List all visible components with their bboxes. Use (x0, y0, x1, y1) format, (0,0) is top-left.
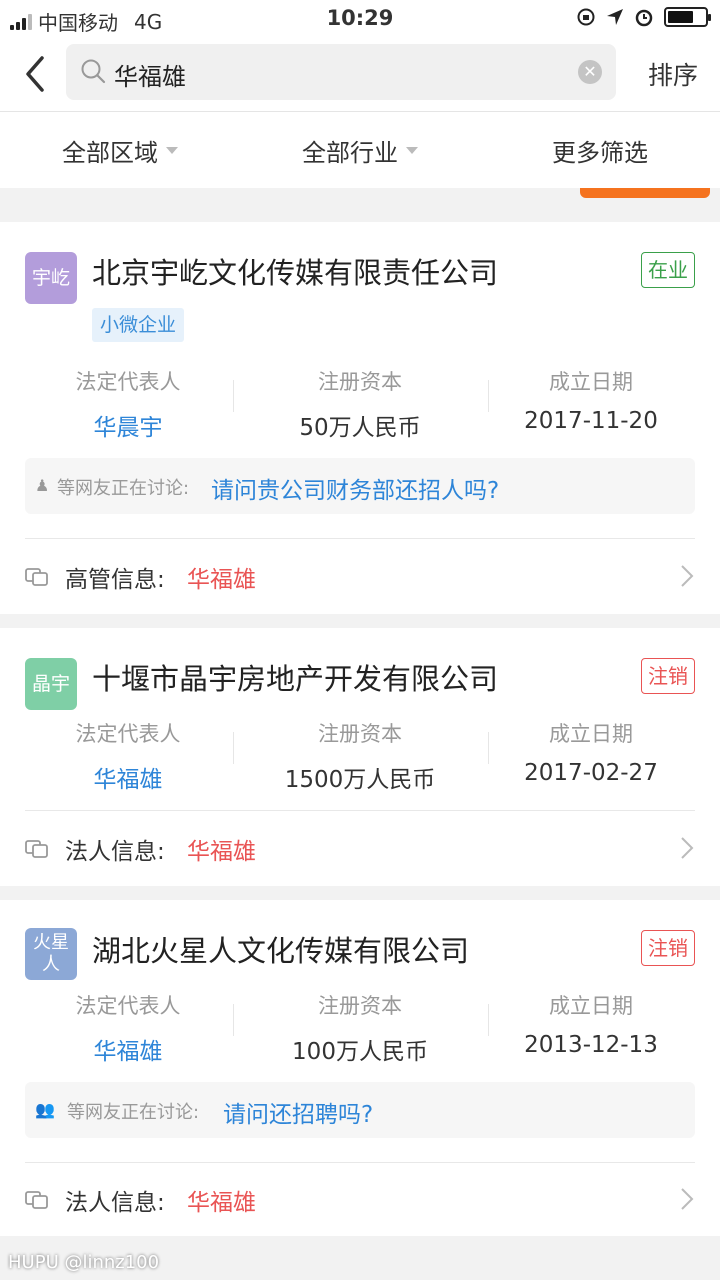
company-info: 法定代表人华福雄 注册资本 1500万人民币 成立日期 2017-02-27 (0, 718, 720, 798)
company-logo: 火星人 (25, 928, 77, 980)
filter-industry-label: 全部行业 (302, 138, 398, 167)
date-column: 成立日期 2017-02-27 (476, 718, 706, 786)
legal-rep-column: 法定代表人 华福雄 (13, 990, 243, 1066)
company-info: 法定代表人华福雄 注册资本 100万人民币 成立日期 2013-12-13 (0, 990, 720, 1070)
match-info-icon (25, 568, 48, 586)
match-label: 法人信息: (65, 839, 165, 865)
filter-region[interactable]: 全部区域 (0, 112, 240, 188)
capital-value: 1500万人民币 (284, 767, 436, 793)
status-badge: 注销 (641, 658, 695, 694)
capital-column: 注册资本 50万人民币 (245, 366, 475, 442)
alarm-icon (635, 9, 653, 27)
chevron-right-icon (681, 1188, 694, 1210)
company-name[interactable]: 北京宇屹文化传媒有限责任公司 (92, 250, 498, 292)
back-icon[interactable] (20, 54, 50, 94)
sort-button[interactable]: 排序 (648, 56, 698, 92)
match-row[interactable]: 法人信息: 华福雄 (0, 812, 720, 886)
match-label: 高管信息: (65, 567, 165, 593)
date-label: 成立日期 (549, 994, 633, 1018)
match-row[interactable]: 法人信息: 华福雄 (0, 1163, 720, 1237)
match-info-icon (25, 1191, 48, 1209)
clear-icon[interactable]: ✕ (578, 60, 602, 84)
legal-rep-column: 法定代表人 华晨宇 (13, 366, 243, 442)
users-icon: 👥 (35, 1100, 55, 1119)
divider (233, 732, 234, 764)
capital-value: 100万人民币 (292, 1039, 428, 1065)
discussion-question[interactable]: 请问贵公司财务部还招人吗? (211, 471, 499, 505)
status-badge: 注销 (641, 930, 695, 966)
date-label: 成立日期 (549, 370, 633, 394)
filter-region-label: 全部区域 (62, 138, 158, 167)
capital-label: 注册资本 (318, 994, 402, 1018)
company-logo: 宇屹 (25, 252, 77, 304)
date-value: 2017-11-20 (524, 408, 658, 434)
date-column: 成立日期 2017-11-20 (476, 366, 706, 434)
company-card[interactable]: 火星人 湖北火星人文化传媒有限公司 注销 法定代表人华福雄 注册资本 100万人民… (0, 900, 720, 1236)
match-info-icon (25, 840, 48, 858)
company-name[interactable]: 湖北火星人文化传媒有限公司 (92, 928, 469, 970)
search-icon (81, 59, 106, 84)
legal-rep-column: 法定代表人 华福雄 (13, 718, 243, 794)
date-column: 成立日期 2013-12-13 (476, 990, 706, 1058)
legal-rep-label: 法定代表人 (75, 722, 181, 746)
legal-rep-label: 法定代表人 (75, 370, 181, 394)
divider (233, 380, 234, 412)
match-name: 华福雄 (187, 1190, 256, 1216)
filter-industry[interactable]: 全部行业 (240, 112, 480, 188)
capital-column: 注册资本 100万人民币 (245, 990, 475, 1066)
battery-level (668, 11, 694, 23)
discussion-box[interactable]: ♟ 等网友正在讨论: 请问贵公司财务部还招人吗? (25, 458, 695, 514)
capital-column: 注册资本 1500万人民币 (245, 718, 475, 794)
search-box[interactable]: 华福雄 ✕ (66, 44, 616, 100)
company-info: 法定代表人华晨宇 注册资本 50万人民币 成立日期 2017-11-20 (0, 366, 720, 446)
company-name[interactable]: 十堰市晶宇房地产开发有限公司 (92, 656, 498, 698)
user-icon: ♟ (35, 476, 50, 495)
date-value: 2013-12-13 (524, 1032, 658, 1058)
discussion-question[interactable]: 请问还招聘吗? (223, 1095, 373, 1129)
legal-rep-link[interactable]: 华晨宇 (13, 408, 243, 442)
caret-down-icon (406, 146, 418, 154)
company-card[interactable]: 晶宇 十堰市晶宇房地产开发有限公司 注销 法定代表人华福雄 注册资本 1500万人… (0, 628, 720, 886)
legal-rep-link[interactable]: 华福雄 (13, 1032, 243, 1066)
capital-value: 50万人民币 (299, 415, 421, 441)
discussion-prefix: 等网友正在讨论: (67, 1102, 200, 1123)
battery-icon (664, 7, 711, 27)
match-row[interactable]: 高管信息: 华福雄 (0, 540, 720, 614)
discussion-prefix: 等网友正在讨论: (57, 478, 190, 499)
capital-label: 注册资本 (318, 722, 402, 746)
status-bar: 中国移动 4G 10:29 (0, 0, 720, 38)
match-name: 华福雄 (187, 839, 256, 865)
orange-strip (580, 188, 710, 198)
logo-text: 火星人 (33, 932, 69, 975)
capital-label: 注册资本 (318, 370, 402, 394)
status-bar-right (576, 7, 711, 27)
search-input[interactable]: 华福雄 (114, 57, 186, 92)
match-label: 法人信息: (65, 1190, 165, 1216)
rotation-lock-icon (577, 8, 595, 26)
caret-down-icon (166, 146, 178, 154)
company-tag: 小微企业 (92, 308, 185, 342)
date-value: 2017-02-27 (524, 760, 658, 786)
watermark: HUPU @linnz100 (8, 1252, 160, 1273)
legal-rep-link[interactable]: 华福雄 (13, 760, 243, 794)
match-name: 华福雄 (187, 567, 256, 593)
filter-bar: 全部区域 全部行业 更多筛选 (0, 112, 720, 188)
date-label: 成立日期 (549, 722, 633, 746)
chevron-right-icon (681, 837, 694, 859)
filter-more[interactable]: 更多筛选 (480, 112, 720, 188)
filter-more-label: 更多筛选 (552, 138, 648, 167)
discussion-box[interactable]: 👥 等网友正在讨论: 请问还招聘吗? (25, 1082, 695, 1138)
status-badge: 在业 (641, 252, 695, 288)
logo-text: 晶宇 (31, 673, 70, 695)
nav-bar: 华福雄 ✕ 排序 (0, 38, 720, 112)
location-icon (607, 9, 623, 25)
divider (233, 1004, 234, 1036)
company-logo: 晶宇 (25, 658, 77, 710)
logo-text: 宇屹 (31, 267, 70, 289)
divider (25, 538, 695, 539)
chevron-right-icon (681, 565, 694, 587)
divider (25, 810, 695, 811)
legal-rep-label: 法定代表人 (75, 994, 181, 1018)
company-card[interactable]: 宇屹 北京宇屹文化传媒有限责任公司 在业 小微企业 法定代表人华晨宇 注册资本 5… (0, 222, 720, 614)
